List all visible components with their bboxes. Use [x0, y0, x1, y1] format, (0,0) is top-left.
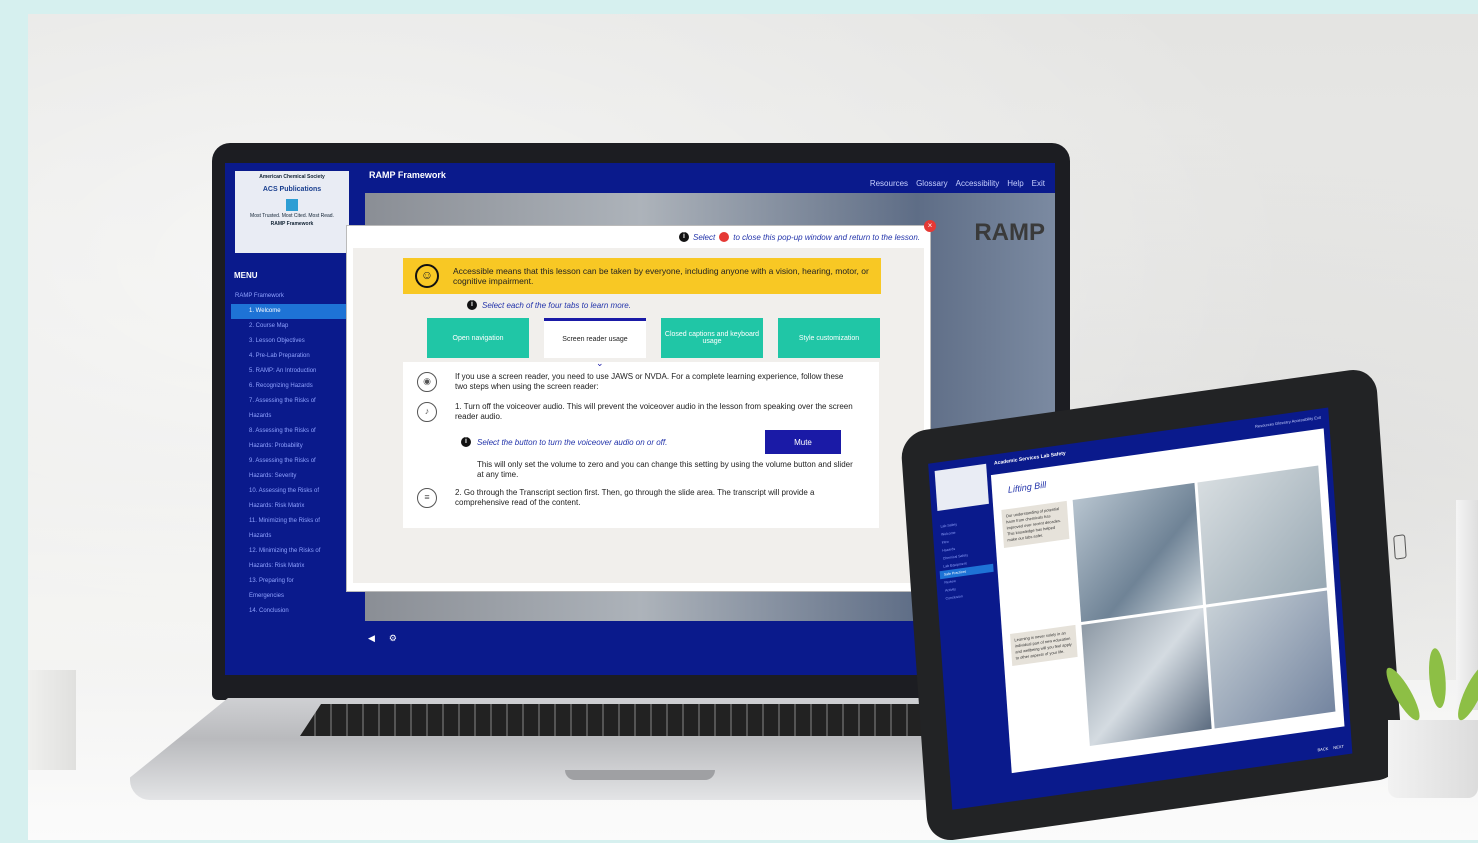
- info-icon: i: [678, 232, 689, 242]
- tab-screen-reader-usage[interactable]: Screen reader usage: [544, 318, 646, 358]
- tablet-home-button: [1393, 534, 1407, 560]
- close-icon[interactable]: ×: [924, 220, 936, 232]
- tablet-nav[interactable]: Resources Glossary Accessibility Exit: [1255, 415, 1321, 429]
- sidebar-item[interactable]: Emergencies: [231, 589, 347, 604]
- step1-instruction-text: Select the button to turn the voiceover …: [477, 437, 668, 447]
- plant-pot: [1388, 720, 1478, 798]
- player-controls: ◀ ⚙: [368, 633, 397, 644]
- sidebar-item[interactable]: 5. RAMP: An Introduction: [231, 364, 347, 379]
- tablet-app-title: Academic Services Lab Safety: [993, 450, 1066, 467]
- step2-row: ≡ 2. Go through the Transcript section f…: [417, 488, 855, 508]
- instruction-text: Select each of the four tabs to learn mo…: [482, 300, 631, 310]
- sidebar-item[interactable]: 6. Recognizing Hazards: [231, 379, 347, 394]
- tablet-device: Academic Services Lab Safety Resources G…: [900, 366, 1407, 843]
- logo-tagline: Most Trusted. Most Cited. Most Read.: [250, 213, 334, 219]
- close-dot-icon: [719, 232, 730, 242]
- lab-photo: [1196, 465, 1327, 605]
- popup-body: ☺ Accessible means that this lesson can …: [353, 248, 924, 583]
- step1-row: ♪ 1. Turn off the voiceover audio. This …: [417, 402, 855, 422]
- nav-accessibility[interactable]: Accessibility: [956, 179, 1000, 188]
- sidebar-item[interactable]: 3. Lesson Objectives: [231, 334, 347, 349]
- sidebar-item[interactable]: Hazards: Risk Matrix: [231, 499, 347, 514]
- sidebar-item[interactable]: 9. Assessing the Risks of: [231, 454, 347, 469]
- lab-photo: [1072, 482, 1203, 622]
- volume-icon[interactable]: ◀: [368, 633, 375, 644]
- laptop-trackpad: [565, 770, 715, 780]
- logo-course: RAMP Framework: [270, 221, 314, 227]
- accessibility-banner: ☺ Accessible means that this lesson can …: [403, 258, 881, 294]
- screen-reader-icon: ◉: [417, 372, 437, 392]
- tablet-slide: Lifting Bill Our understanding of potent…: [990, 428, 1345, 774]
- tablet-photo-grid: [1072, 465, 1336, 747]
- top-nav: Resources Glossary Accessibility Help Ex…: [870, 179, 1045, 188]
- tablet-screen: Academic Services Lab Safety Resources G…: [928, 407, 1353, 810]
- intro-text: If you use a screen reader, you need to …: [455, 372, 844, 391]
- info-icon: i: [461, 437, 471, 447]
- sidebar-item[interactable]: 10. Assessing the Risks of: [231, 484, 347, 499]
- nav-help[interactable]: Help: [1007, 179, 1023, 188]
- sidebar-item[interactable]: 14. Conclusion: [231, 604, 347, 619]
- sidebar-item[interactable]: 8. Assessing the Risks of: [231, 424, 347, 439]
- settings-icon[interactable]: ⚙: [389, 633, 397, 644]
- slide-watermark: RAMP: [974, 219, 1045, 246]
- tab-style-customization[interactable]: Style customization: [778, 318, 880, 358]
- tab-content: ◉ If you use a screen reader, you need t…: [403, 362, 879, 528]
- acs-logo: American Chemical Society ACS Publicatio…: [235, 171, 349, 253]
- audio-icon: ♪: [417, 402, 437, 422]
- sidebar-item[interactable]: Hazards: Risk Matrix: [231, 559, 347, 574]
- accessibility-popup: × i Select to close this pop-up window a…: [347, 220, 936, 591]
- sidebar-item[interactable]: 13. Preparing for: [231, 574, 347, 589]
- step1-instruction: i Select the button to turn the voiceove…: [461, 437, 667, 447]
- tab-closed-captions[interactable]: Closed captions and keyboard usage: [661, 318, 763, 358]
- tablet-text-card-1: Our understanding of potential harm from…: [1001, 500, 1070, 549]
- sidebar-item[interactable]: 12. Minimizing the Risks of: [231, 544, 347, 559]
- tablet-sidebar-menu: Lab Safety Welcome Intro Hazards Chemical Sa…: [936, 516, 995, 604]
- nav-resources[interactable]: Resources: [870, 179, 908, 188]
- tablet-player-controls: BACK NEXT: [1317, 744, 1344, 753]
- tablet-back-button[interactable]: BACK: [1317, 746, 1328, 753]
- sidebar-item[interactable]: Hazards: Severity: [231, 469, 347, 484]
- close-hint-prefix: Select: [692, 232, 716, 242]
- menu-label: MENU: [234, 271, 258, 280]
- tablet-next-button[interactable]: NEXT: [1333, 744, 1344, 750]
- lab-photo: [1081, 607, 1212, 747]
- tablet-slide-heading: Lifting Bill: [1007, 479, 1047, 495]
- nav-exit[interactable]: Exit: [1032, 179, 1045, 188]
- tab-open-navigation[interactable]: Open navigation: [427, 318, 529, 358]
- book-stack: [28, 670, 76, 770]
- step1-text: 1. Turn off the voiceover audio. This wi…: [455, 402, 853, 421]
- tablet-logo: [934, 463, 989, 511]
- sidebar-item[interactable]: 11. Minimizing the Risks of: [231, 514, 347, 529]
- intro-row: ◉ If you use a screen reader, you need t…: [417, 372, 855, 392]
- laptop-keyboard: [300, 704, 1000, 736]
- sidebar-item[interactable]: 4. Pre-Lab Preparation: [231, 349, 347, 364]
- tabs-instruction: i Select each of the four tabs to learn …: [467, 300, 631, 310]
- logo-mark-icon: [286, 199, 298, 211]
- logo-brand: ACS Publications: [262, 186, 322, 193]
- logo-org: American Chemical Society: [259, 174, 325, 180]
- app-title: RAMP Framework: [369, 170, 446, 180]
- sidebar-item[interactable]: Hazards: Probability: [231, 439, 347, 454]
- banner-text: Accessible means that this lesson can be…: [453, 266, 869, 286]
- sidebar-item[interactable]: Hazards: [231, 529, 347, 544]
- step2-text: 2. Go through the Transcript section fir…: [455, 488, 815, 507]
- mute-button[interactable]: Mute: [765, 430, 841, 454]
- transcript-icon: ≡: [417, 488, 437, 508]
- lab-photo: [1205, 590, 1336, 729]
- info-icon: i: [467, 300, 477, 310]
- sidebar-item[interactable]: 7. Assessing the Risks of: [231, 394, 347, 409]
- close-hint: i Select to close this pop-up window and…: [678, 232, 920, 242]
- chevron-down-icon: ⌄: [596, 358, 604, 368]
- tab-bar: Open navigation Screen reader usage Clos…: [427, 318, 880, 358]
- sidebar-item[interactable]: Hazards: [231, 409, 347, 424]
- sidebar-item[interactable]: 2. Course Map: [231, 319, 347, 334]
- close-hint-suffix: to close this pop-up window and return t…: [733, 232, 920, 242]
- nav-glossary[interactable]: Glossary: [916, 179, 948, 188]
- sidebar-item[interactable]: RAMP Framework: [231, 289, 347, 304]
- sidebar-menu: RAMP Framework 1. Welcome 2. Course Map 3. …: [231, 289, 347, 619]
- sidebar-item[interactable]: 1. Welcome: [231, 304, 347, 319]
- accessibility-icon: ☺: [415, 264, 439, 288]
- step1-note: This will only set the volume to zero an…: [477, 460, 853, 479]
- tablet-text-card-2: Learning is never solely in an individua…: [1010, 624, 1078, 667]
